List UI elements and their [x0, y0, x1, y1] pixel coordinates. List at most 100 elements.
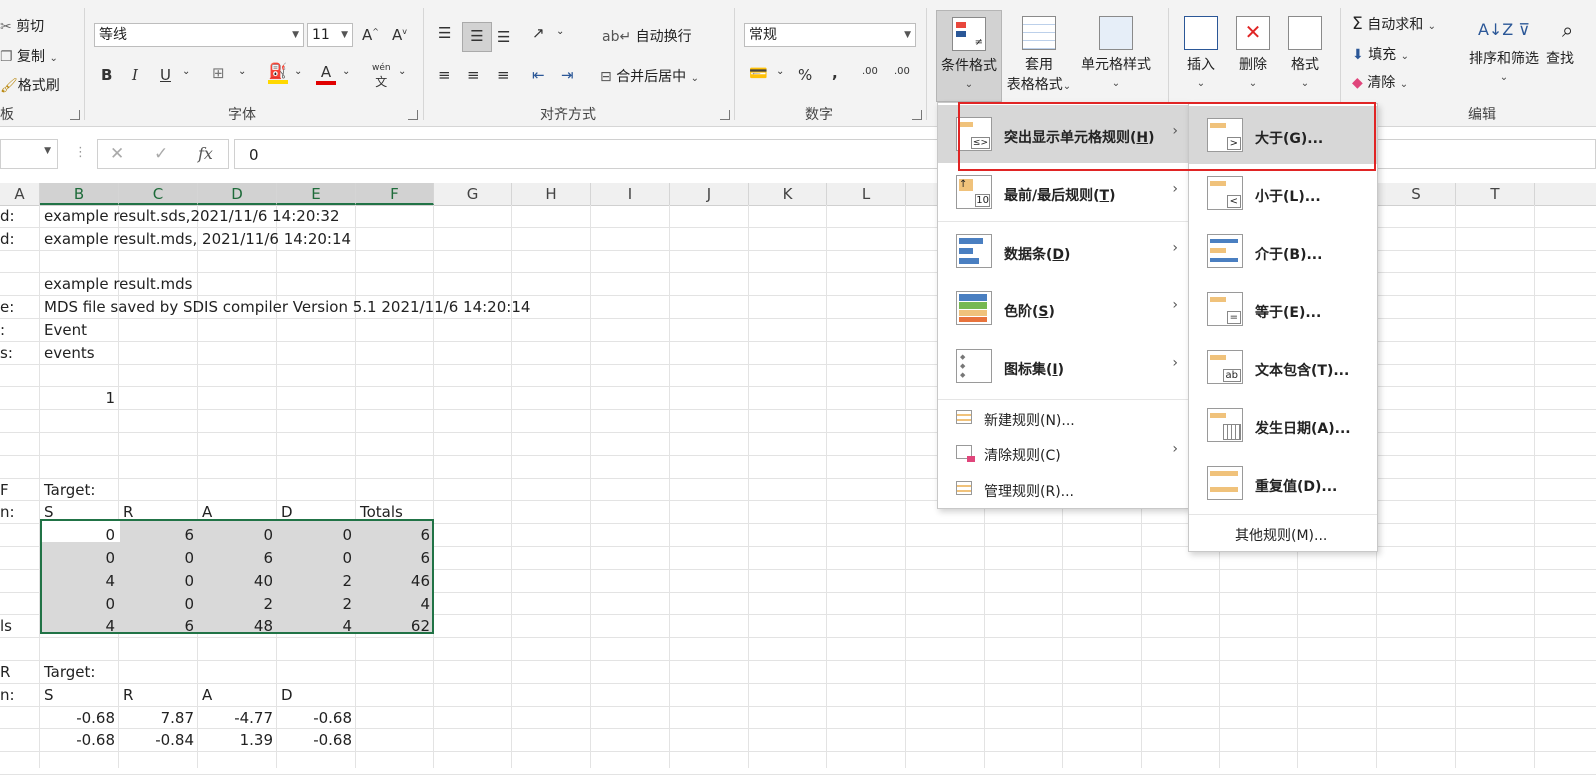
table-cell[interactable]: 0 [119, 593, 194, 615]
less-than-item[interactable]: < 小于(L)... [1189, 164, 1377, 222]
merge-center-button[interactable]: ⊟ 合并后居中 ⌄ [600, 66, 699, 86]
table-header-cell[interactable]: S [44, 501, 54, 523]
name-box[interactable]: ▼ [0, 139, 58, 169]
table-header-cell[interactable]: D [281, 501, 293, 523]
table-cell[interactable]: 4 [40, 570, 115, 592]
align-middle-icon[interactable]: ☰ [462, 22, 492, 52]
formula-input[interactable]: 0 [234, 139, 1596, 169]
column-header-h[interactable]: H [512, 183, 591, 205]
alignment-launcher-icon[interactable] [720, 110, 730, 120]
cell-b6[interactable]: Event [44, 319, 87, 341]
table-cell[interactable]: 0 [40, 593, 115, 615]
orientation-dropdown-icon[interactable]: ⌄ [556, 26, 564, 37]
number-launcher-icon[interactable] [912, 110, 922, 120]
insert-function-button[interactable]: fx [198, 144, 213, 163]
decrease-decimal-button[interactable]: .00 [894, 66, 910, 77]
date-occurring-item[interactable]: 发生日期(A)... [1189, 396, 1377, 454]
table-cell[interactable]: 40 [198, 570, 273, 592]
other-rules-item[interactable]: 其他规则(M)... [1189, 514, 1377, 549]
column-header-c[interactable]: C [119, 183, 198, 205]
copy-button[interactable]: ❐ 复制 ⌄ [0, 46, 58, 66]
column-header-t[interactable]: T [1456, 183, 1535, 205]
column-header-l[interactable]: L [827, 183, 906, 205]
top-bottom-rules-item[interactable]: ↑ 10 最前/最后规则(T) › [938, 163, 1188, 221]
cell-b1[interactable]: example result.sds,2021/11/6 14:20:32 [44, 205, 340, 227]
column-header-j[interactable]: J [670, 183, 749, 205]
cell-styles-button[interactable]: 单元格样式 ⌄ [1076, 10, 1156, 90]
align-top-icon[interactable]: ☰ [438, 24, 451, 42]
highlight-cells-rules-item[interactable]: ≤> 突出显示单元格规则(H) › [938, 105, 1188, 163]
column-header-d[interactable]: D [198, 183, 277, 205]
greater-than-item[interactable]: > 大于(G)... [1189, 106, 1377, 164]
border-dropdown-icon[interactable]: ⌄ [238, 66, 246, 77]
column-header-i[interactable]: I [591, 183, 670, 205]
table-cell[interactable]: -0.68 [40, 729, 115, 751]
cell-b9[interactable]: 1 [40, 387, 115, 409]
phonetic-button[interactable]: wén 文 [372, 64, 391, 90]
table-header-cell[interactable]: Totals [360, 501, 403, 523]
table-cell[interactable]: 7.87 [119, 707, 194, 729]
increase-decimal-button[interactable]: .00 [862, 66, 878, 77]
orientation-icon[interactable]: ↗ [532, 24, 545, 42]
cell-a[interactable]: s: [0, 342, 13, 364]
font-name-combo[interactable]: 等线 ▼ [94, 23, 304, 47]
bold-button[interactable]: B [101, 66, 112, 84]
table-cell[interactable]: 0 [119, 547, 194, 569]
target-label[interactable]: Target: [44, 479, 95, 501]
format-cells-button[interactable]: 格式 ⌄ [1282, 10, 1328, 90]
table-cell[interactable]: 6 [356, 547, 430, 569]
table-header-cell[interactable]: R [123, 501, 133, 523]
table-header-cell[interactable]: R [123, 684, 133, 706]
table-cell[interactable]: 6 [119, 524, 194, 546]
table-cell[interactable]: 46 [356, 570, 430, 592]
fill-button[interactable]: ⬇ 填充 ⌄ [1352, 44, 1409, 64]
font-launcher-icon[interactable] [408, 110, 418, 120]
cell-b4[interactable]: example result.mds [44, 273, 192, 295]
increase-indent-icon[interactable]: ⇥ [561, 66, 574, 84]
column-header-e[interactable]: E [277, 183, 356, 205]
table-cell[interactable]: 1.39 [198, 729, 273, 751]
table-cell[interactable]: 4 [40, 615, 115, 637]
underline-button[interactable]: U [160, 66, 171, 84]
color-scales-item[interactable]: 色阶(S) › [938, 279, 1188, 337]
duplicate-values-item[interactable]: 重复值(D)... [1189, 454, 1377, 512]
table-cell[interactable]: 6 [198, 547, 273, 569]
table-cell[interactable]: 2 [277, 570, 352, 592]
cell-b7[interactable]: events [44, 342, 95, 364]
comma-button[interactable]: , [832, 64, 838, 82]
align-bottom-icon[interactable]: ☰ [497, 28, 510, 46]
table-header-cell[interactable]: A [202, 684, 212, 706]
cell-a[interactable]: n: [0, 684, 15, 706]
column-header-b[interactable]: B [40, 183, 119, 205]
table-cell[interactable]: -0.68 [40, 707, 115, 729]
table-cell[interactable]: -0.68 [277, 729, 352, 751]
table-cell[interactable]: 0 [40, 547, 115, 569]
table-cell[interactable]: 0 [277, 524, 352, 546]
wrap-text-button[interactable]: ab↵ 自动换行 [602, 26, 692, 46]
align-right-icon[interactable]: ≡ [497, 66, 510, 84]
cell-a[interactable]: ls [0, 615, 12, 637]
cut-button[interactable]: ✂ 剪切 [0, 16, 44, 36]
cell-a[interactable]: F [0, 479, 9, 501]
format-painter-button[interactable]: 🖌格式刷 [0, 75, 60, 95]
table-cell[interactable]: 6 [119, 615, 194, 637]
currency-icon[interactable]: 💳 [749, 64, 768, 82]
cell-a[interactable]: : [0, 319, 5, 341]
font-color-dropdown-icon[interactable]: ⌄ [342, 66, 350, 77]
icon-sets-item[interactable]: ◆ ◆ ◆ 图标集(I) › [938, 337, 1188, 395]
table-cell[interactable]: 0 [198, 524, 273, 546]
text-contains-item[interactable]: ab 文本包含(T)... [1189, 338, 1377, 396]
table-cell[interactable]: -0.68 [277, 707, 352, 729]
column-header-g[interactable]: G [434, 183, 512, 205]
cell-a[interactable]: n: [0, 501, 15, 523]
table-cell[interactable]: 4 [356, 593, 430, 615]
conditional-format-button[interactable]: ≠ 条件格式 ⌄ [936, 10, 1002, 102]
fill-dropdown-icon[interactable]: ⌄ [294, 66, 302, 77]
table-cell[interactable]: 48 [198, 615, 273, 637]
manage-rules-item[interactable]: 管理规则(R)... [938, 471, 1188, 505]
table-header-cell[interactable]: S [44, 684, 54, 706]
table-cell[interactable]: 0 [119, 570, 194, 592]
equal-to-item[interactable]: = 等于(E)... [1189, 280, 1377, 338]
align-left-icon[interactable]: ≡ [438, 66, 451, 84]
table-cell[interactable]: 0 [40, 524, 115, 546]
